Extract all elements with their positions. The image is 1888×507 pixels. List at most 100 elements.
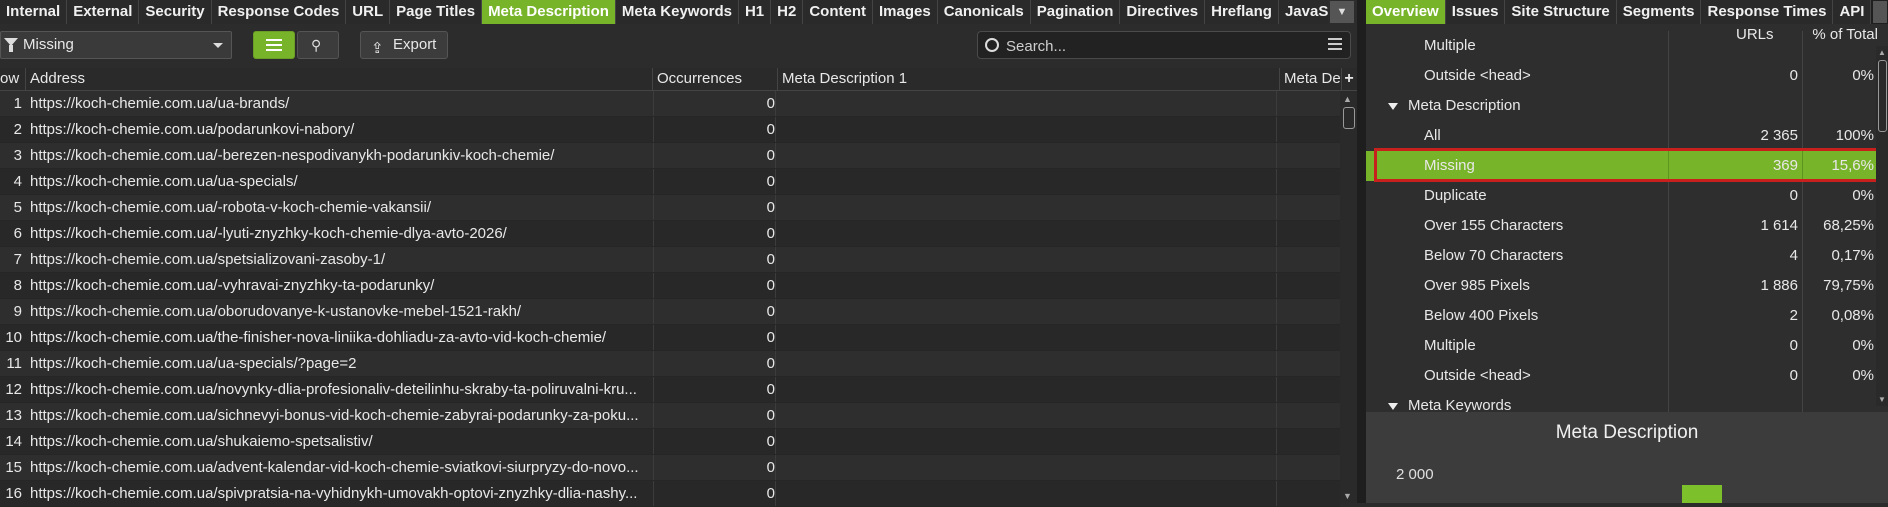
tab-javascr[interactable]: JavaScr: [1278, 0, 1328, 24]
scroll-thumb[interactable]: [1343, 107, 1355, 129]
tab-images[interactable]: Images: [873, 0, 938, 24]
table-row[interactable]: 4 https://koch-chemie.com.ua/ua-specials/…: [0, 169, 1340, 195]
table-row[interactable]: 9 https://koch-chemie.com.ua/oborudovanye…: [0, 299, 1340, 325]
side-tab-segments[interactable]: Segments: [1616, 0, 1702, 24]
tab-meta-description[interactable]: Meta Description: [482, 0, 616, 24]
export-button[interactable]: ⇪ Export: [360, 31, 448, 59]
grid-scrollbar[interactable]: ▲ ▼: [1340, 91, 1357, 503]
table-row[interactable]: 10 https://koch-chemie.com.ua/the-finishe…: [0, 325, 1340, 351]
tab-h1[interactable]: H1: [738, 0, 772, 24]
column-divider: [1802, 271, 1803, 301]
summary-row[interactable]: Outside <head> 0 0%: [1366, 361, 1876, 391]
summary-row[interactable]: Below 400 Pixels 2 0,08%: [1366, 301, 1876, 331]
table-row[interactable]: 14 https://koch-chemie.com.ua/shukaiemo-s…: [0, 429, 1340, 455]
side-tab-api[interactable]: API: [1833, 0, 1872, 24]
row-occurrences: 0: [653, 247, 776, 272]
column-divider: [1802, 361, 1803, 391]
side-tab-overflow[interactable]: [1873, 1, 1887, 23]
table-row[interactable]: 8 https://koch-chemie.com.ua/-vyhravai-zn…: [0, 273, 1340, 299]
table-row[interactable]: 13 https://koch-chemie.com.ua/sichnevyi-b…: [0, 403, 1340, 429]
scroll-down-icon[interactable]: ▼: [1343, 491, 1352, 501]
tab-canonicals[interactable]: Canonicals: [937, 0, 1031, 24]
add-column-icon[interactable]: +: [1342, 68, 1356, 90]
table-row[interactable]: 1 https://koch-chemie.com.ua/ua-brands/0: [0, 91, 1340, 117]
tree-view-button[interactable]: ⚲: [297, 31, 339, 59]
table-row[interactable]: 6 https://koch-chemie.com.ua/-lyuti-znyzh…: [0, 221, 1340, 247]
scroll-up-icon[interactable]: ▲: [1878, 48, 1886, 57]
summary-scrollbar[interactable]: ▲ ▼: [1876, 46, 1888, 406]
tab-internal[interactable]: Internal: [0, 0, 68, 24]
table-row[interactable]: 5 https://koch-chemie.com.ua/-robota-v-ko…: [0, 195, 1340, 221]
scroll-up-icon[interactable]: ▲: [1343, 94, 1352, 104]
col-header-row[interactable]: ow: [0, 68, 26, 90]
main-panel: Internal External Security Response Codes UR…: [0, 0, 1357, 507]
col-header-meta-description-2[interactable]: Meta Des: [1280, 68, 1342, 90]
expand-arrow-icon[interactable]: [1388, 403, 1398, 410]
side-tab-site-structure[interactable]: Site Structure: [1505, 0, 1617, 24]
tab-h2[interactable]: H2: [771, 0, 804, 24]
col-header-meta-description-1[interactable]: Meta Description 1: [778, 68, 1280, 90]
side-tab-overview[interactable]: Overview: [1366, 0, 1446, 24]
search-input[interactable]: [1004, 35, 1308, 57]
row-meta-description: [778, 325, 1277, 350]
summary-group[interactable]: Meta Description: [1366, 91, 1876, 121]
summary-row[interactable]: Outside <head> 0 0%: [1366, 61, 1876, 91]
row-number: 4: [13, 173, 22, 190]
tab-response-codes[interactable]: Response Codes: [211, 0, 347, 24]
tab-page-titles[interactable]: Page Titles: [390, 0, 483, 24]
summary-row[interactable]: Duplicate 0 0%: [1366, 181, 1876, 211]
table-row[interactable]: 7 https://koch-chemie.com.ua/spetsializov…: [0, 247, 1340, 273]
row-number: 15: [5, 459, 22, 476]
tab-hreflang[interactable]: Hreflang: [1205, 0, 1279, 24]
summary-row[interactable]: Multiple: [1366, 31, 1876, 61]
summary-row[interactable]: All 2 365 100%: [1366, 121, 1876, 151]
row-occurrences: 0: [653, 273, 776, 298]
summary-row[interactable]: Below 70 Characters 4 0,17%: [1366, 241, 1876, 271]
tab-url[interactable]: URL: [346, 0, 391, 24]
search-options-icon[interactable]: [1328, 38, 1342, 50]
scroll-thumb[interactable]: [1878, 60, 1887, 132]
tab-directives[interactable]: Directives: [1120, 0, 1206, 24]
summary-row-label: Over 155 Characters: [1424, 217, 1564, 234]
filter-icon: [4, 38, 18, 52]
row-meta-description: [778, 299, 1277, 324]
table-row[interactable]: 2 https://koch-chemie.com.ua/podarunkovi-…: [0, 117, 1340, 143]
row-number: 14: [5, 433, 22, 450]
table-row[interactable]: 15 https://koch-chemie.com.ua/advent-kale…: [0, 455, 1340, 481]
row-address: https://koch-chemie.com.ua/ua-specials/?…: [30, 355, 357, 372]
side-tab-response-times[interactable]: Response Times: [1701, 0, 1834, 24]
column-divider: [1802, 31, 1803, 61]
row-number: 6: [13, 225, 22, 242]
filter-dropdown[interactable]: Missing: [0, 31, 232, 59]
tab-pagination[interactable]: Pagination: [1030, 0, 1121, 24]
tab-content[interactable]: Content: [803, 0, 873, 24]
row-address: https://koch-chemie.com.ua/spetsializova…: [30, 251, 386, 268]
summary-row[interactable]: Multiple 0 0%: [1366, 331, 1876, 361]
row-meta-description: [778, 169, 1277, 194]
upload-icon: ⇪: [371, 40, 384, 57]
table-row[interactable]: 3 https://koch-chemie.com.ua/-berezen-nes…: [0, 143, 1340, 169]
list-view-button[interactable]: [253, 31, 295, 59]
summary-row-count: 4: [1789, 247, 1798, 264]
col-header-occurrences[interactable]: Occurrences: [653, 68, 778, 90]
summary-row-label: Outside <head>: [1424, 67, 1531, 84]
scroll-down-icon[interactable]: ▼: [1878, 395, 1886, 404]
tab-overflow-button[interactable]: ▼: [1330, 1, 1354, 23]
side-tab-issues[interactable]: Issues: [1445, 0, 1506, 24]
summary-row-percent: 0,17%: [1831, 247, 1874, 264]
column-divider: [1668, 91, 1669, 121]
panel-splitter[interactable]: [1357, 0, 1366, 503]
summary-row[interactable]: Over 155 Characters 1 614 68,25%: [1366, 211, 1876, 241]
row-meta-description: [778, 403, 1277, 428]
tab-external[interactable]: External: [67, 0, 140, 24]
tab-meta-keywords[interactable]: Meta Keywords: [615, 0, 739, 24]
tab-security[interactable]: Security: [139, 0, 212, 24]
row-meta-description: [778, 455, 1277, 480]
table-row[interactable]: 16 https://koch-chemie.com.ua/spivpratsia…: [0, 481, 1340, 507]
table-row[interactable]: 11 https://koch-chemie.com.ua/ua-specials…: [0, 351, 1340, 377]
expand-arrow-icon[interactable]: [1388, 103, 1398, 110]
col-header-address[interactable]: Address: [26, 68, 653, 90]
summary-row[interactable]: Over 985 Pixels 1 886 79,75%: [1366, 271, 1876, 301]
table-row[interactable]: 12 https://koch-chemie.com.ua/novynky-dli…: [0, 377, 1340, 403]
summary-row-label: Below 400 Pixels: [1424, 307, 1539, 324]
